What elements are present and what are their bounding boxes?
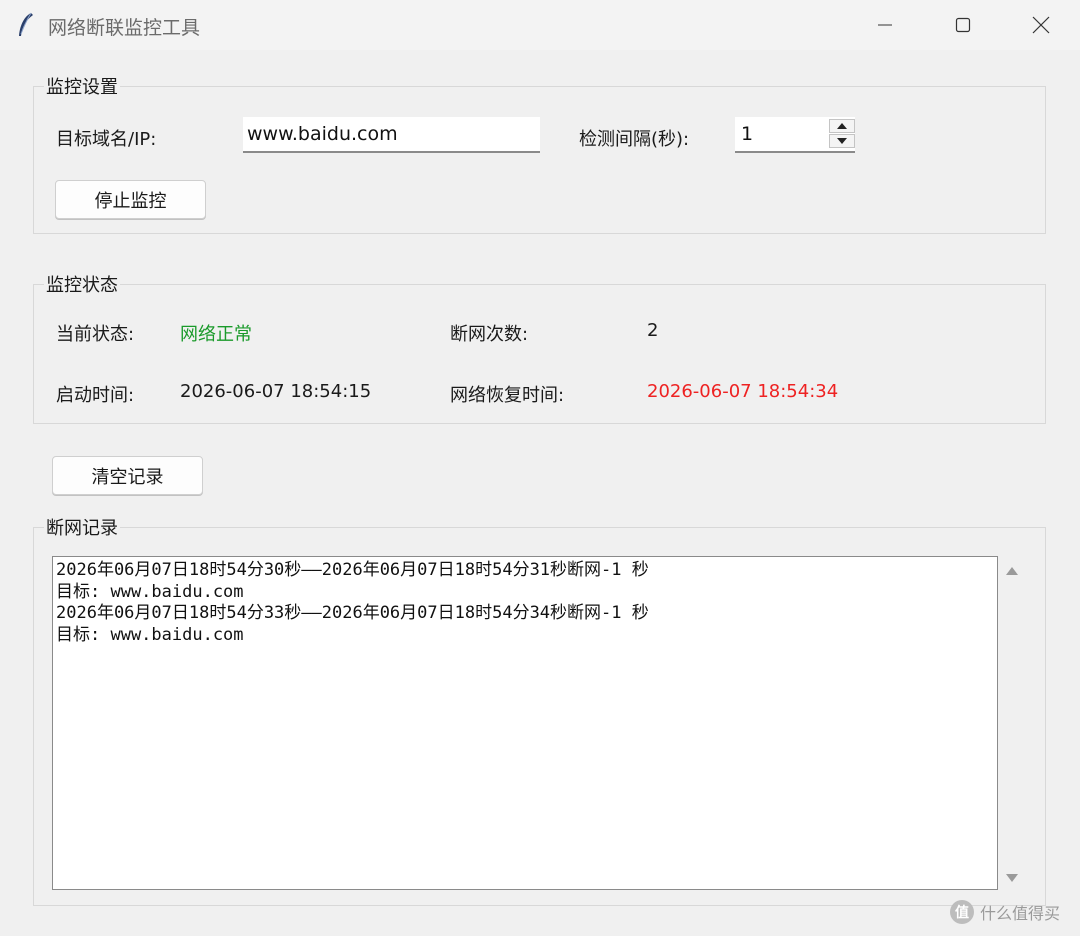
feather-icon bbox=[19, 12, 33, 36]
watermark-text: 什么值得买 bbox=[980, 904, 1061, 923]
restore-time-value: 2026-06-07 18:54:34 bbox=[647, 381, 839, 402]
log-group-title: 断网记录 bbox=[44, 514, 120, 540]
scroll-up-button[interactable] bbox=[1004, 564, 1020, 578]
close-icon bbox=[1032, 16, 1050, 34]
target-input[interactable] bbox=[243, 117, 540, 153]
triangle-up-icon bbox=[1006, 567, 1018, 575]
triangle-up-icon bbox=[837, 123, 847, 129]
minimize-icon bbox=[878, 24, 892, 26]
current-status-value: 网络正常 bbox=[180, 324, 252, 345]
triangle-down-icon bbox=[1006, 874, 1018, 882]
watermark: 值 什么值得买 bbox=[950, 900, 1060, 924]
window-title: 网络断联监控工具 bbox=[48, 17, 201, 39]
stop-monitor-button[interactable]: 停止监控 bbox=[55, 180, 206, 219]
log-textarea[interactable]: 2026年06月07日18时54分30秒——2026年06月07日18时54分3… bbox=[52, 556, 998, 890]
start-time-value: 2026-06-07 18:54:15 bbox=[180, 381, 372, 402]
target-label: 目标域名/IP: bbox=[56, 129, 157, 150]
spin-down-button[interactable] bbox=[829, 134, 855, 148]
disconnect-count-label: 断网次数: bbox=[450, 324, 529, 345]
interval-label: 检测间隔(秒): bbox=[579, 129, 690, 150]
start-time-label: 启动时间: bbox=[56, 385, 135, 406]
clear-log-button[interactable]: 清空记录 bbox=[52, 456, 203, 495]
current-status-label: 当前状态: bbox=[56, 324, 135, 345]
title-bar: 网络断联监控工具 bbox=[0, 0, 1080, 50]
log-line: 目标: www.baidu.com bbox=[56, 624, 244, 645]
watermark-logo: 值 bbox=[950, 900, 974, 924]
close-button[interactable] bbox=[1002, 0, 1080, 50]
maximize-button[interactable] bbox=[924, 0, 1002, 50]
disconnect-count-value: 2 bbox=[647, 320, 659, 341]
settings-group-title: 监控设置 bbox=[44, 73, 120, 99]
spin-up-button[interactable] bbox=[829, 119, 855, 133]
maximize-icon bbox=[955, 17, 971, 33]
triangle-down-icon bbox=[837, 138, 847, 144]
log-line: 目标: www.baidu.com bbox=[56, 581, 244, 602]
log-line: 2026年06月07日18时54分30秒——2026年06月07日18时54分3… bbox=[56, 560, 649, 580]
restore-time-label: 网络恢复时间: bbox=[450, 385, 565, 406]
log-line: 2026年06月07日18时54分33秒——2026年06月07日18时54分3… bbox=[56, 603, 649, 623]
scroll-down-button[interactable] bbox=[1004, 871, 1020, 885]
minimize-button[interactable] bbox=[846, 0, 924, 50]
status-group-title: 监控状态 bbox=[44, 271, 120, 297]
